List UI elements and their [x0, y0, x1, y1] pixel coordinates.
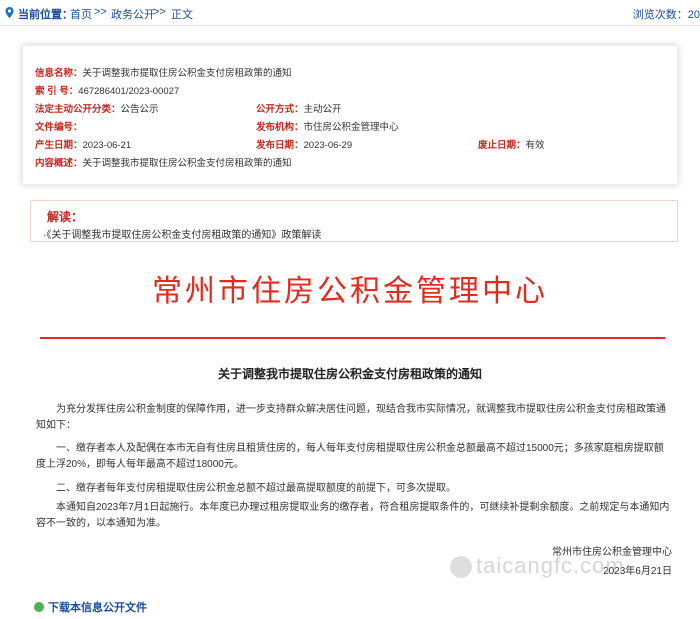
- location-pin-icon: [5, 7, 14, 18]
- meta-key: 法定主动公开分类：: [35, 104, 121, 115]
- interpretation-title: 解读：: [47, 210, 84, 224]
- meta-publisher: 发布机构：市住房公积金管理中心: [256, 119, 399, 133]
- location-label: 当前位置：: [18, 9, 73, 21]
- interpretation-link[interactable]: ·《关于调整我市提取住房公积金支付房租政策的通知》政策解读: [43, 226, 321, 241]
- meta-value: 关于调整我市提取住房公积金支付房租政策的通知: [82, 68, 292, 79]
- meta-key: 废止日期：: [478, 140, 526, 151]
- download-label: 下载本信息公开文件: [48, 602, 147, 614]
- watermark-text: taicangfc.com: [476, 553, 625, 578]
- download-icon: [34, 602, 44, 612]
- meta-key: 产生日期：: [35, 140, 83, 151]
- watermark-logo-icon: [450, 556, 472, 579]
- watermark: taicangfc.com: [450, 553, 625, 579]
- meta-expire-date: 废止日期：有效: [478, 137, 545, 151]
- red-divider: [40, 337, 665, 339]
- view-count: 浏览次数：20: [632, 9, 700, 21]
- meta-doc-number: 文件编号：: [35, 119, 83, 133]
- meta-key: 发布日期：: [256, 140, 304, 151]
- breadcrumb-gov-affairs-link[interactable]: 政务公开: [111, 6, 155, 22]
- meta-key: 公开方式：: [256, 104, 304, 115]
- meta-value: 公告公示: [120, 104, 159, 115]
- paragraph-effective: 本通知自2023年7月1日起施行。本年度已办理过租房提取业务的缴存者，符合租房提…: [36, 502, 670, 529]
- meta-key: 发布机构：: [256, 122, 304, 133]
- meta-key: 文件编号：: [35, 122, 83, 133]
- document-metadata-panel: 信息名称：关于调整我市提取住房公积金支付房租政策的通知 索 引 号：467286…: [22, 45, 678, 185]
- meta-info-name: 信息名称：关于调整我市提取住房公积金支付房租政策的通知: [35, 65, 292, 79]
- breadcrumb-current: 正文: [171, 9, 193, 21]
- meta-summary: 内容概述：关于调整我市提取住房公积金支付房租政策的通知: [35, 155, 292, 169]
- meta-value: 467286401/2023-00027: [78, 86, 180, 97]
- meta-category: 法定主动公开分类：公告公示: [35, 101, 159, 115]
- interpretation-box: 解读： ·《关于调整我市提取住房公积金支付房租政策的通知》政策解读: [30, 200, 678, 242]
- paragraph-item-2: 二、缴存者每年支付房租提取住房公积金总额不超过最高提取额度的前提下，可多次提取。: [56, 483, 456, 494]
- meta-published-date: 发布日期：2023-06-29: [256, 137, 352, 151]
- breadcrumb-separator: >>: [153, 6, 166, 18]
- meta-index: 索 引 号：467286401/2023-00027: [35, 83, 179, 97]
- meta-value: 主动公开: [303, 104, 342, 115]
- meta-value: 有效: [525, 140, 545, 151]
- download-link[interactable]: 下载本信息公开文件: [34, 599, 147, 615]
- meta-created-date: 产生日期：2023-06-21: [35, 137, 131, 151]
- document-title: 关于调整我市提取住房公积金支付房租政策的通知: [217, 367, 482, 381]
- meta-method: 公开方式：主动公开: [256, 101, 342, 115]
- organization-title: 常州市住房公积金管理中心: [152, 274, 548, 309]
- meta-key: 信息名称：: [35, 68, 83, 79]
- meta-value: 市住房公积金管理中心: [303, 122, 399, 133]
- breadcrumb-home-link[interactable]: 首页: [70, 6, 92, 22]
- breadcrumb-separator: >>: [94, 6, 107, 18]
- meta-key: 内容概述：: [35, 158, 83, 169]
- breadcrumb-bar: 当前位置： 首页 >> 政务公开 >> 正文 浏览次数：20: [0, 0, 700, 26]
- paragraph-item-1: 一、缴存者本人及配偶在本市无自有住房且租赁住房的，每人每年支付房租提取住房公积金…: [36, 443, 664, 470]
- meta-value: 2023-06-21: [82, 140, 132, 151]
- paragraph-intro: 为充分发挥住房公积金制度的保障作用，进一步支持群众解决居住问题，现结合我市实际情…: [36, 404, 666, 431]
- meta-key: 索 引 号：: [35, 86, 79, 97]
- meta-value: 2023-06-29: [303, 140, 353, 151]
- meta-value: 关于调整我市提取住房公积金支付房租政策的通知: [82, 158, 292, 169]
